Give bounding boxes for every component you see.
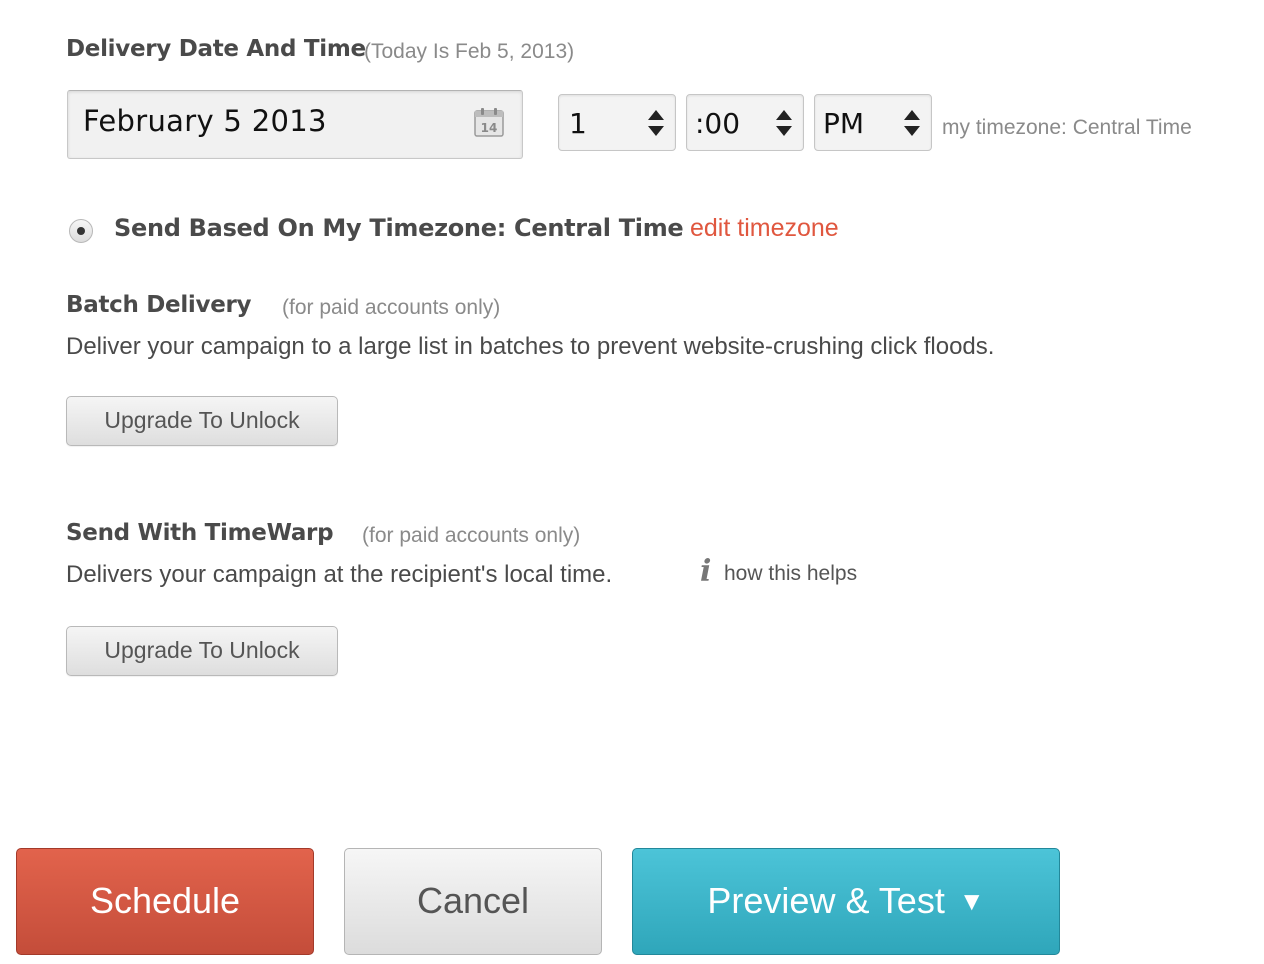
batch-upgrade-button[interactable]: Upgrade To Unlock — [66, 396, 338, 446]
hour-select[interactable]: 1 — [558, 94, 676, 151]
caret-down-icon: ▼ — [958, 886, 985, 916]
minute-value: :00 — [695, 107, 741, 140]
minute-select[interactable]: :00 — [686, 94, 804, 151]
today-note: (Today Is Feb 5, 2013) — [364, 40, 575, 63]
ampm-value: PM — [823, 107, 865, 140]
how-this-helps-link[interactable]: how this helps — [724, 562, 857, 586]
batch-note: (for paid accounts only) — [282, 296, 501, 319]
send-option-label[interactable]: Send Based On My Timezone: Central Time — [114, 214, 684, 242]
edit-timezone-link[interactable]: edit timezone — [690, 214, 839, 243]
schedule-button[interactable]: Schedule — [16, 848, 314, 955]
cancel-button[interactable]: Cancel — [344, 848, 602, 955]
calendar-icon[interactable]: 14 — [473, 106, 505, 138]
preview-test-button[interactable]: Preview & Test ▼ — [632, 848, 1060, 955]
timezone-radio[interactable] — [69, 219, 93, 243]
timewarp-description: Delivers your campaign at the recipient'… — [66, 561, 613, 588]
batch-title: Batch Delivery — [66, 292, 252, 318]
select-arrows-icon — [648, 110, 664, 136]
select-arrows-icon — [904, 110, 920, 136]
preview-label: Preview & Test — [707, 880, 945, 921]
cancel-label: Cancel — [416, 880, 530, 921]
batch-description: Deliver your campaign to a large list in… — [66, 333, 995, 360]
info-icon[interactable]: i — [700, 554, 711, 589]
hour-value: 1 — [569, 107, 587, 140]
select-arrows-icon — [776, 110, 792, 136]
date-value: February 5 2013 — [83, 104, 327, 138]
radio-dot — [77, 227, 85, 235]
date-input[interactable]: February 5 2013 14 — [67, 90, 523, 159]
delivery-title: Delivery Date And Time — [66, 36, 366, 62]
timewarp-title: Send With TimeWarp — [66, 520, 334, 546]
timezone-note: my timezone: Central Time — [942, 116, 1192, 139]
ampm-select[interactable]: PM — [814, 94, 932, 151]
timewarp-upgrade-button[interactable]: Upgrade To Unlock — [66, 626, 338, 676]
calendar-day: 14 — [481, 121, 498, 135]
schedule-label: Schedule — [89, 880, 241, 921]
timewarp-note: (for paid accounts only) — [362, 524, 581, 547]
